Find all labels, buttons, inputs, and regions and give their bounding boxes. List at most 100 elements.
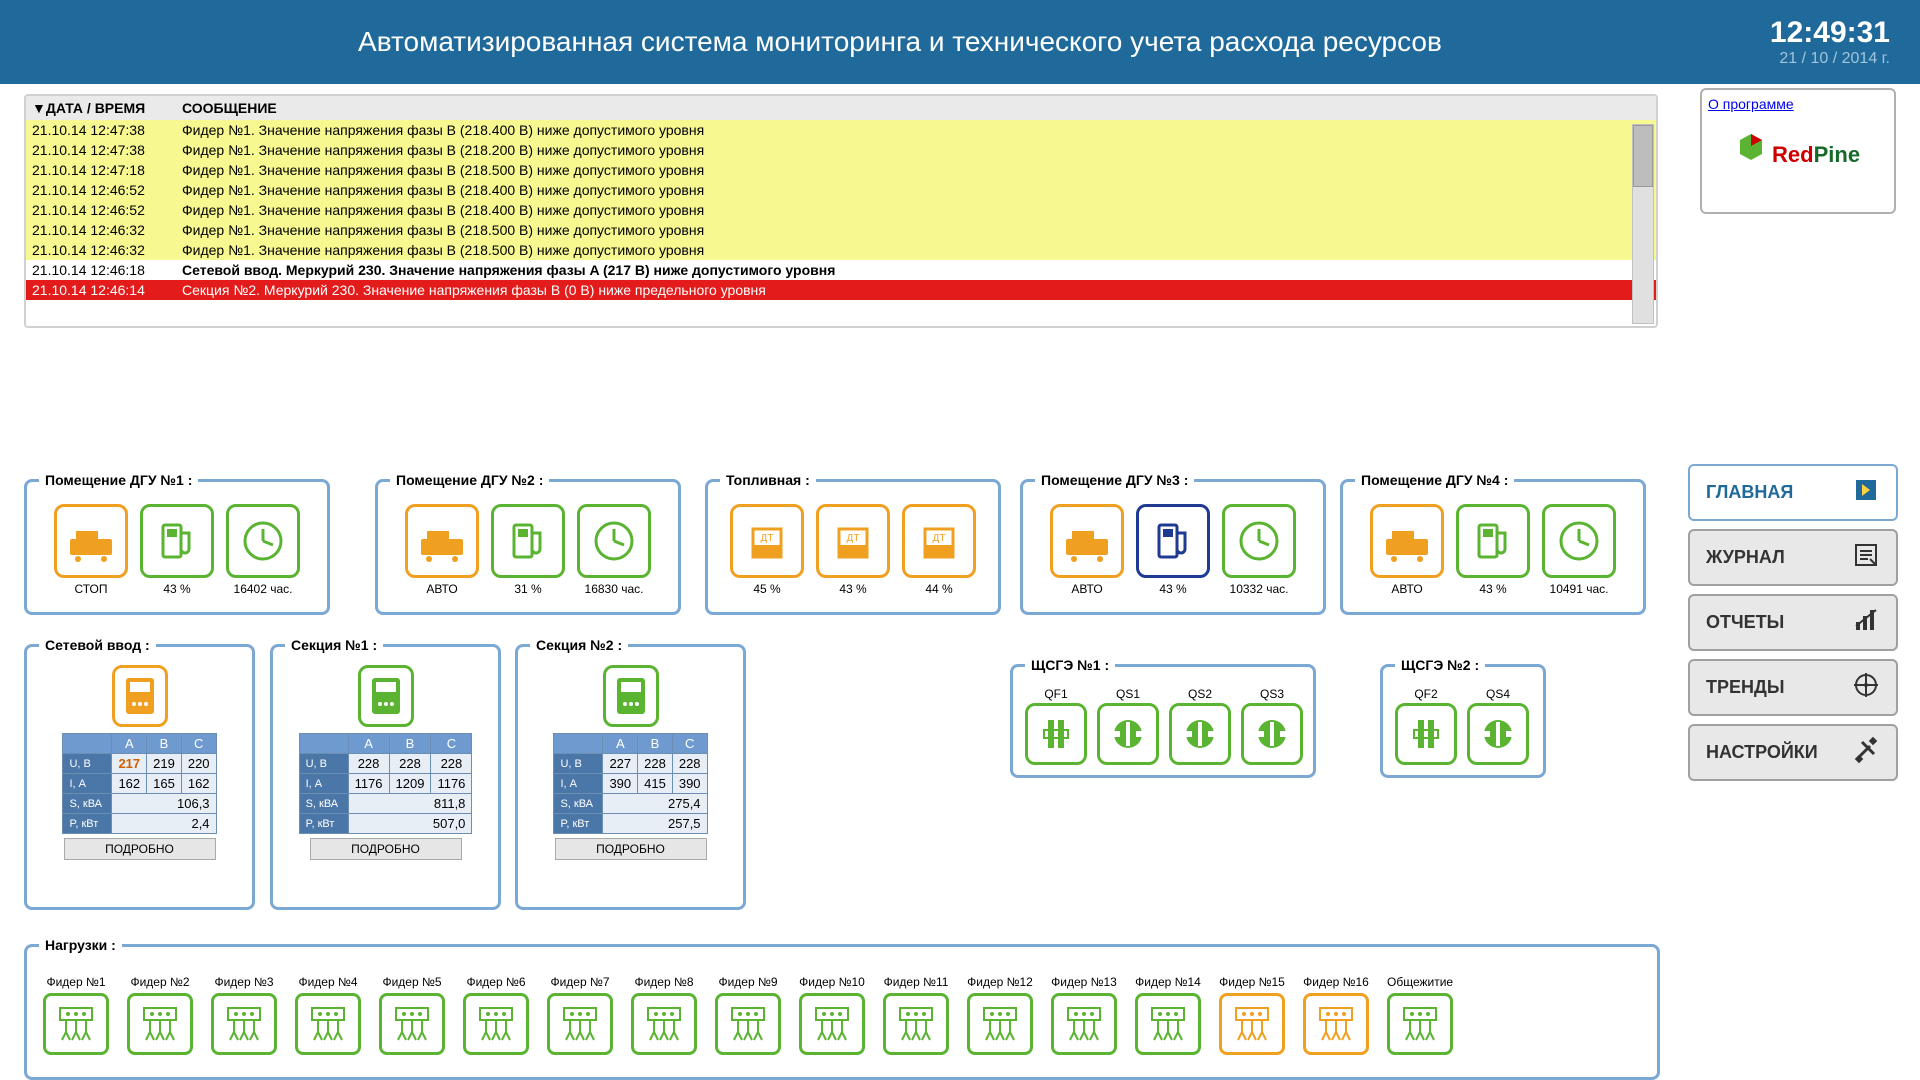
nav-trends-button[interactable]: ТРЕНДЫ <box>1688 659 1898 716</box>
cell: 106,3 <box>112 794 216 814</box>
log-row[interactable]: 21.10.14 12:46:32Фидер №1. Значение напр… <box>26 240 1656 260</box>
switch-panel[interactable]: ЩСГЭ №1 :QF1QS1QS2QS3 <box>1010 664 1316 778</box>
col-header: A <box>112 734 147 754</box>
nav-journal-button[interactable]: ЖУРНАЛ <box>1688 529 1898 586</box>
switch-icon[interactable] <box>1467 703 1529 765</box>
row-header: U, В <box>299 754 348 774</box>
log-row[interactable]: 21.10.14 12:47:38Фидер №1. Значение напр… <box>26 140 1656 160</box>
power-panel[interactable]: Секция №2 :ABCU, В227228228I, А390415390… <box>515 644 746 910</box>
log-msg: Фидер №1. Значение напряжения фазы B (21… <box>182 222 1650 238</box>
log-row[interactable]: 21.10.14 12:46:52Фидер №1. Значение напр… <box>26 180 1656 200</box>
dgu-panel[interactable]: Помещение ДГУ №1 :СТОП43 %16402 час. <box>24 479 330 615</box>
load-item[interactable]: Фидер №5 <box>379 975 445 1055</box>
about-link[interactable]: О программе <box>1708 96 1794 112</box>
load-item[interactable]: Фидер №1 <box>43 975 109 1055</box>
cell: 219 <box>147 754 182 774</box>
log-dt: 21.10.14 12:46:18 <box>32 262 182 278</box>
load-icon <box>883 993 949 1055</box>
dgu-panel[interactable]: Помещение ДГУ №4 :АВТО43 %10491 час. <box>1340 479 1646 615</box>
logo-text-red: Red <box>1772 142 1814 167</box>
load-label: Фидер №10 <box>799 975 865 989</box>
log-msg: Сетевой ввод. Меркурий 230. Значение нап… <box>182 262 1650 278</box>
header-datetime: 12:49:31 21 / 10 / 2014 г. <box>1770 16 1890 68</box>
hours-label: 10491 час. <box>1542 582 1616 596</box>
load-icon <box>631 993 697 1055</box>
scrollbar-thumb[interactable] <box>1633 125 1653 187</box>
load-icon <box>799 993 865 1055</box>
log-scrollbar[interactable] <box>1632 124 1654 324</box>
log-row[interactable]: 21.10.14 12:46:18Сетевой ввод. Меркурий … <box>26 260 1656 280</box>
log-row[interactable]: 21.10.14 12:47:38Фидер №1. Значение напр… <box>26 120 1656 140</box>
row-header: I, А <box>299 774 348 794</box>
switch-icon[interactable] <box>1241 703 1303 765</box>
load-label: Фидер №3 <box>211 975 277 989</box>
meter-icon <box>358 665 414 727</box>
load-item[interactable]: Фидер №16 <box>1303 975 1369 1055</box>
load-item[interactable]: Фидер №9 <box>715 975 781 1055</box>
nav-reports-button[interactable]: ОТЧЕТЫ <box>1688 594 1898 651</box>
load-item[interactable]: Фидер №13 <box>1051 975 1117 1055</box>
mode-label: АВТО <box>405 582 479 596</box>
load-label: Фидер №9 <box>715 975 781 989</box>
load-item[interactable]: Фидер №4 <box>295 975 361 1055</box>
power-panel[interactable]: Секция №1 :ABCU, В228228228I, А117612091… <box>270 644 501 910</box>
switch-label: QS1 <box>1097 687 1159 701</box>
log-col-datetime[interactable]: ДАТА / ВРЕМЯ <box>46 100 145 116</box>
log-msg: Фидер №1. Значение напряжения фазы B (21… <box>182 182 1650 198</box>
log-row[interactable]: 21.10.14 12:46:32Фидер №1. Значение напр… <box>26 220 1656 240</box>
load-item[interactable]: Фидер №11 <box>883 975 949 1055</box>
col-header: B <box>147 734 182 754</box>
cell: 257,5 <box>603 814 707 834</box>
load-item[interactable]: Общежитие <box>1387 975 1453 1055</box>
load-label: Общежитие <box>1387 975 1453 989</box>
cell: 415 <box>638 774 673 794</box>
switch-icon[interactable] <box>1395 703 1457 765</box>
tank-label: 44 % <box>902 582 976 596</box>
detail-button[interactable]: ПОДРОБНО <box>310 838 462 860</box>
log-row[interactable]: 21.10.14 12:46:14Секция №2. Меркурий 230… <box>26 280 1656 300</box>
load-item[interactable]: Фидер №2 <box>127 975 193 1055</box>
fuel-icon <box>1456 504 1530 578</box>
log-dt: 21.10.14 12:47:18 <box>32 162 182 178</box>
log-dt: 21.10.14 12:47:38 <box>32 122 182 138</box>
detail-button[interactable]: ПОДРОБНО <box>555 838 707 860</box>
load-item[interactable]: Фидер №7 <box>547 975 613 1055</box>
switch-icon[interactable] <box>1097 703 1159 765</box>
load-icon <box>715 993 781 1055</box>
switch-icon[interactable] <box>1025 703 1087 765</box>
load-item[interactable]: Фидер №6 <box>463 975 529 1055</box>
clock-icon <box>577 504 651 578</box>
load-item[interactable]: Фидер №14 <box>1135 975 1201 1055</box>
load-icon <box>295 993 361 1055</box>
log-dt: 21.10.14 12:46:32 <box>32 242 182 258</box>
log-row[interactable]: 21.10.14 12:47:18Фидер №1. Значение напр… <box>26 160 1656 180</box>
nav-label: ЖУРНАЛ <box>1706 547 1785 568</box>
log-col-message[interactable]: СООБЩЕНИЕ <box>182 100 1650 116</box>
panel-title: Топливная : <box>720 472 816 488</box>
load-label: Фидер №16 <box>1303 975 1369 989</box>
nav-settings-button[interactable]: НАСТРОЙКИ <box>1688 724 1898 781</box>
switch-label: QF2 <box>1395 687 1457 701</box>
generator-icon <box>405 504 479 578</box>
nav-home-button[interactable]: ГЛАВНАЯ <box>1688 464 1898 521</box>
load-item[interactable]: Фидер №3 <box>211 975 277 1055</box>
clock-date: 21 / 10 / 2014 г. <box>1770 50 1890 68</box>
load-item[interactable]: Фидер №10 <box>799 975 865 1055</box>
power-panel[interactable]: Сетевой ввод :ABCU, В217219220I, А162165… <box>24 644 255 910</box>
load-item[interactable]: Фидер №8 <box>631 975 697 1055</box>
fuel-label: 31 % <box>491 582 565 596</box>
col-header: B <box>638 734 673 754</box>
log-row[interactable]: 21.10.14 12:46:52Фидер №1. Значение напр… <box>26 200 1656 220</box>
dgu-panel[interactable]: Топливная :ДТ45 %ДТ43 %ДТ44 % <box>705 479 1001 615</box>
load-item[interactable]: Фидер №12 <box>967 975 1033 1055</box>
col-header: C <box>672 734 707 754</box>
load-item[interactable]: Фидер №15 <box>1219 975 1285 1055</box>
dgu-panel[interactable]: Помещение ДГУ №2 :АВТО31 %16830 час. <box>375 479 681 615</box>
switch-icon[interactable] <box>1169 703 1231 765</box>
switch-panel[interactable]: ЩСГЭ №2 :QF2QS4 <box>1380 664 1546 778</box>
dgu-panel[interactable]: Помещение ДГУ №3 :АВТО43 %10332 час. <box>1020 479 1326 615</box>
load-icon <box>547 993 613 1055</box>
detail-button[interactable]: ПОДРОБНО <box>64 838 216 860</box>
load-icon <box>127 993 193 1055</box>
load-label: Фидер №6 <box>463 975 529 989</box>
